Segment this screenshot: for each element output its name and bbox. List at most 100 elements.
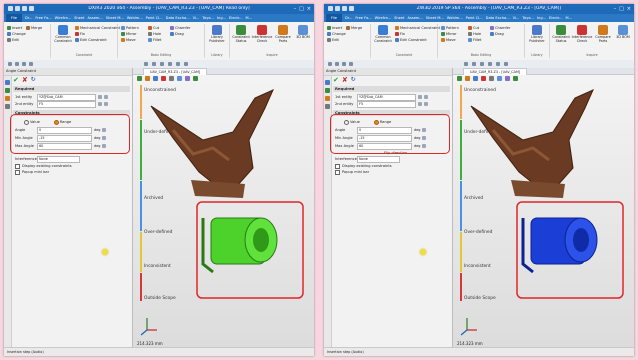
interference-check-button[interactable]: Interference Check xyxy=(251,25,273,44)
menu-item[interactable]: Dr... xyxy=(345,16,352,20)
menu-item[interactable]: Toya... xyxy=(202,16,214,20)
change-button[interactable]: Change xyxy=(327,32,346,36)
menu-item[interactable]: Sheet M... xyxy=(106,16,124,20)
undo-icon[interactable] xyxy=(15,6,20,11)
library-publisher-button[interactable]: Library Publisher xyxy=(206,25,228,44)
toolbar-icon[interactable] xyxy=(152,62,156,66)
maximize-icon[interactable]: □ xyxy=(619,6,624,12)
chamfer-button[interactable]: Chamfer xyxy=(170,26,190,30)
ok-check-icon[interactable]: ✔ xyxy=(333,76,339,84)
constraint-status-button[interactable]: Constraint Status xyxy=(550,25,572,44)
popup-mini-checkbox[interactable]: Popup mini bar xyxy=(335,169,369,175)
toolbar-icon[interactable] xyxy=(328,62,332,66)
display-existing-checkbox[interactable]: Display existing constraints xyxy=(15,163,72,169)
toolbar-icon[interactable] xyxy=(160,62,164,66)
cancel-x-icon[interactable]: ✘ xyxy=(342,76,348,84)
menu-item[interactable]: Electr... xyxy=(229,16,242,20)
ok-check-icon[interactable]: ✔ xyxy=(13,76,19,84)
edit-button[interactable]: Edit xyxy=(7,38,19,42)
3d-bom-button[interactable]: 3D BOM xyxy=(292,25,314,40)
edit-button[interactable]: Edit xyxy=(327,38,339,42)
minimize-icon[interactable]: – xyxy=(294,6,297,12)
menu-item[interactable]: M... xyxy=(565,16,572,20)
toolbar-icon[interactable] xyxy=(184,62,188,66)
drone-camera-model[interactable] xyxy=(453,68,634,348)
save-icon[interactable] xyxy=(328,6,333,11)
menu-item[interactable]: Vi... xyxy=(513,16,520,20)
menu-item[interactable]: Sheet xyxy=(74,16,84,20)
pick-icon[interactable] xyxy=(418,102,422,106)
menu-item[interactable]: Vi... xyxy=(193,16,200,20)
toolbar-icon[interactable] xyxy=(480,62,484,66)
menu-item[interactable]: Ing... xyxy=(537,16,546,20)
cut-button[interactable]: Cut xyxy=(148,26,159,30)
toolbar-icon[interactable] xyxy=(22,62,26,66)
interference-select[interactable]: None xyxy=(37,155,80,163)
drag-button[interactable]: Drag xyxy=(170,32,184,36)
toolbar-icon[interactable] xyxy=(15,62,19,66)
3d-viewport[interactable]: UAV_CAM_R3.Z3 - [UAV_CAM] Unconstrained … xyxy=(133,68,314,348)
popup-mini-checkbox[interactable]: Popup mini bar xyxy=(15,169,49,175)
view-icon[interactable] xyxy=(325,104,330,109)
layers-icon[interactable] xyxy=(5,96,10,101)
constraint-status-button[interactable]: Constraint Status xyxy=(230,25,252,44)
assembly-icon[interactable] xyxy=(5,80,10,85)
common-constraint-button[interactable]: Common Constraint xyxy=(52,25,74,44)
fillet-button[interactable]: Fillet xyxy=(148,38,161,42)
section-required[interactable]: Required xyxy=(333,86,450,92)
menu-item[interactable]: Wirefra... xyxy=(55,16,71,20)
clear-icon[interactable] xyxy=(104,95,108,99)
menu-item[interactable]: Sheet M... xyxy=(426,16,444,20)
toolbar-icon[interactable] xyxy=(144,62,148,66)
second-entity-input[interactable]: F5 xyxy=(37,100,96,108)
new-icon[interactable] xyxy=(29,6,34,11)
chamfer-button[interactable]: Chamfer xyxy=(490,26,510,30)
mechanical-constraint-button[interactable]: Mechanical Constraint xyxy=(75,26,120,30)
menu-item[interactable]: Point Cl... xyxy=(146,16,163,20)
clear-icon[interactable] xyxy=(104,102,108,106)
interference-check-button[interactable]: Interference Check xyxy=(571,25,593,44)
menu-item[interactable]: Ing... xyxy=(217,16,226,20)
toolbar-icon[interactable] xyxy=(504,62,508,66)
compare-parts-button[interactable]: Compare Parts xyxy=(592,25,614,44)
edit-constraint-button[interactable]: Edit Constraint xyxy=(75,38,107,42)
merge-button[interactable]: Merge xyxy=(346,26,362,30)
toolbar-icon[interactable] xyxy=(472,62,476,66)
second-entity-input[interactable]: F5 xyxy=(357,100,416,108)
drone-camera-model[interactable] xyxy=(133,68,314,348)
common-constraint-button[interactable]: Common Constraint xyxy=(372,25,394,44)
toolbar-icon[interactable] xyxy=(349,62,353,66)
toolbar-icon[interactable] xyxy=(342,62,346,66)
fix-button[interactable]: Fix xyxy=(75,32,85,36)
insert-button[interactable]: Insert xyxy=(7,26,22,30)
menu-item[interactable]: Weldm... xyxy=(127,16,143,20)
save-icon[interactable] xyxy=(8,6,13,11)
menu-item[interactable]: Electr... xyxy=(549,16,562,20)
toolbar-icon[interactable] xyxy=(8,62,12,66)
interference-select[interactable]: None xyxy=(357,155,400,163)
close-icon[interactable]: × xyxy=(627,6,631,12)
view-icon[interactable] xyxy=(5,104,10,109)
pick-icon[interactable] xyxy=(98,102,102,106)
menu-item[interactable]: Dr... xyxy=(25,16,32,20)
merge-button[interactable]: Merge xyxy=(26,26,42,30)
display-existing-checkbox[interactable]: Display existing constraints xyxy=(335,163,392,169)
pattern-button[interactable]: Pattern xyxy=(121,26,139,30)
mirror-button[interactable]: Mirror xyxy=(441,32,457,36)
menu-item[interactable]: Weldm... xyxy=(447,16,463,20)
fillet-button[interactable]: Fillet xyxy=(468,38,481,42)
toolbar-icon[interactable] xyxy=(464,62,468,66)
fix-button[interactable]: Fix xyxy=(395,32,405,36)
toolbar-icon[interactable] xyxy=(29,62,33,66)
menu-item[interactable]: Toya... xyxy=(522,16,534,20)
toolbar-icon[interactable] xyxy=(488,62,492,66)
clear-icon[interactable] xyxy=(424,95,428,99)
move-button[interactable]: Move xyxy=(121,38,136,42)
drag-button[interactable]: Drag xyxy=(490,32,504,36)
3d-viewport[interactable]: UAV_CAM_R3.Z3 - [UAV_CAM] Unconstrained … xyxy=(453,68,634,348)
minimize-icon[interactable]: – xyxy=(614,6,617,12)
menu-file[interactable]: File xyxy=(326,14,343,22)
clear-icon[interactable] xyxy=(424,102,428,106)
menu-item[interactable]: Free Fo... xyxy=(355,16,371,20)
maximize-icon[interactable]: □ xyxy=(299,6,304,12)
